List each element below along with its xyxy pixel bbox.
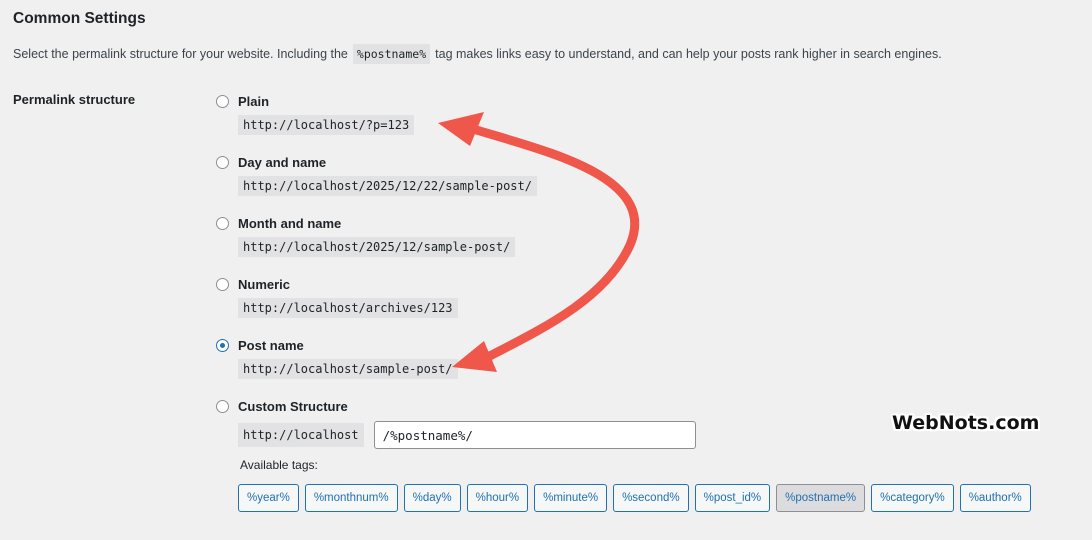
tag-hour-button[interactable]: %hour% (466, 484, 529, 512)
radio-numeric[interactable] (216, 277, 229, 291)
tag-postname-button[interactable]: %postname% (776, 484, 866, 512)
description-text-after: tag makes links easy to understand, and … (435, 47, 942, 61)
option-url: http://localhost/2025/12/22/sample-post/ (238, 176, 537, 196)
tag-minute-button[interactable]: %minute% (534, 484, 608, 512)
option-month-and-name[interactable]: Month and name http://localhost/2025/12/… (216, 214, 516, 257)
option-label[interactable]: Plain (238, 94, 269, 109)
section-title: Common Settings (13, 10, 146, 27)
available-tags-label: Available tags: (240, 458, 318, 472)
radio-custom-structure[interactable] (216, 399, 229, 413)
available-tags: %year% %monthnum% %day% %hour% %minute% … (238, 484, 1031, 512)
option-label[interactable]: Month and name (238, 216, 341, 231)
radio-plain[interactable] (216, 94, 229, 108)
permalink-structure-label: Permalink structure (13, 92, 136, 107)
option-custom-structure[interactable]: Custom Structure (216, 397, 348, 415)
tag-post-id-button[interactable]: %post_id% (694, 484, 771, 512)
radio-post-name[interactable] (216, 338, 229, 352)
curved-arrow-annotation (438, 112, 640, 372)
custom-base-url: http://localhost (238, 423, 364, 447)
tag-second-button[interactable]: %second% (613, 484, 689, 512)
option-label[interactable]: Day and name (238, 155, 326, 170)
option-label[interactable]: Post name (238, 338, 304, 353)
option-day-and-name[interactable]: Day and name http://localhost/2025/12/22… (216, 153, 537, 196)
webnots-watermark: WebNots.com (892, 412, 1040, 434)
tag-monthnum-button[interactable]: %monthnum% (304, 484, 398, 512)
option-url: http://localhost/?p=123 (238, 115, 415, 135)
tag-day-button[interactable]: %day% (403, 484, 461, 512)
tag-year-button[interactable]: %year% (238, 484, 299, 512)
radio-day-and-name[interactable] (216, 155, 229, 169)
option-numeric[interactable]: Numeric http://localhost/archives/123 (216, 275, 458, 318)
tag-category-button[interactable]: %category% (871, 484, 954, 512)
radio-month-and-name[interactable] (216, 216, 229, 230)
custom-structure-input[interactable] (373, 421, 696, 449)
option-label[interactable]: Custom Structure (238, 399, 348, 414)
option-post-name[interactable]: Post name http://localhost/sample-post/ (216, 336, 458, 379)
option-url: http://localhost/2025/12/sample-post/ (238, 237, 516, 257)
option-label[interactable]: Numeric (238, 277, 290, 292)
option-url: http://localhost/archives/123 (238, 298, 458, 318)
section-description: Select the permalink structure for your … (13, 44, 942, 64)
description-tag: %postname% (352, 44, 431, 64)
option-url: http://localhost/sample-post/ (238, 359, 458, 379)
description-text-before: Select the permalink structure for your … (13, 47, 348, 61)
custom-structure-row: http://localhost (238, 421, 696, 449)
option-plain[interactable]: Plain http://localhost/?p=123 (216, 92, 415, 135)
tag-author-button[interactable]: %author% (959, 484, 1031, 512)
